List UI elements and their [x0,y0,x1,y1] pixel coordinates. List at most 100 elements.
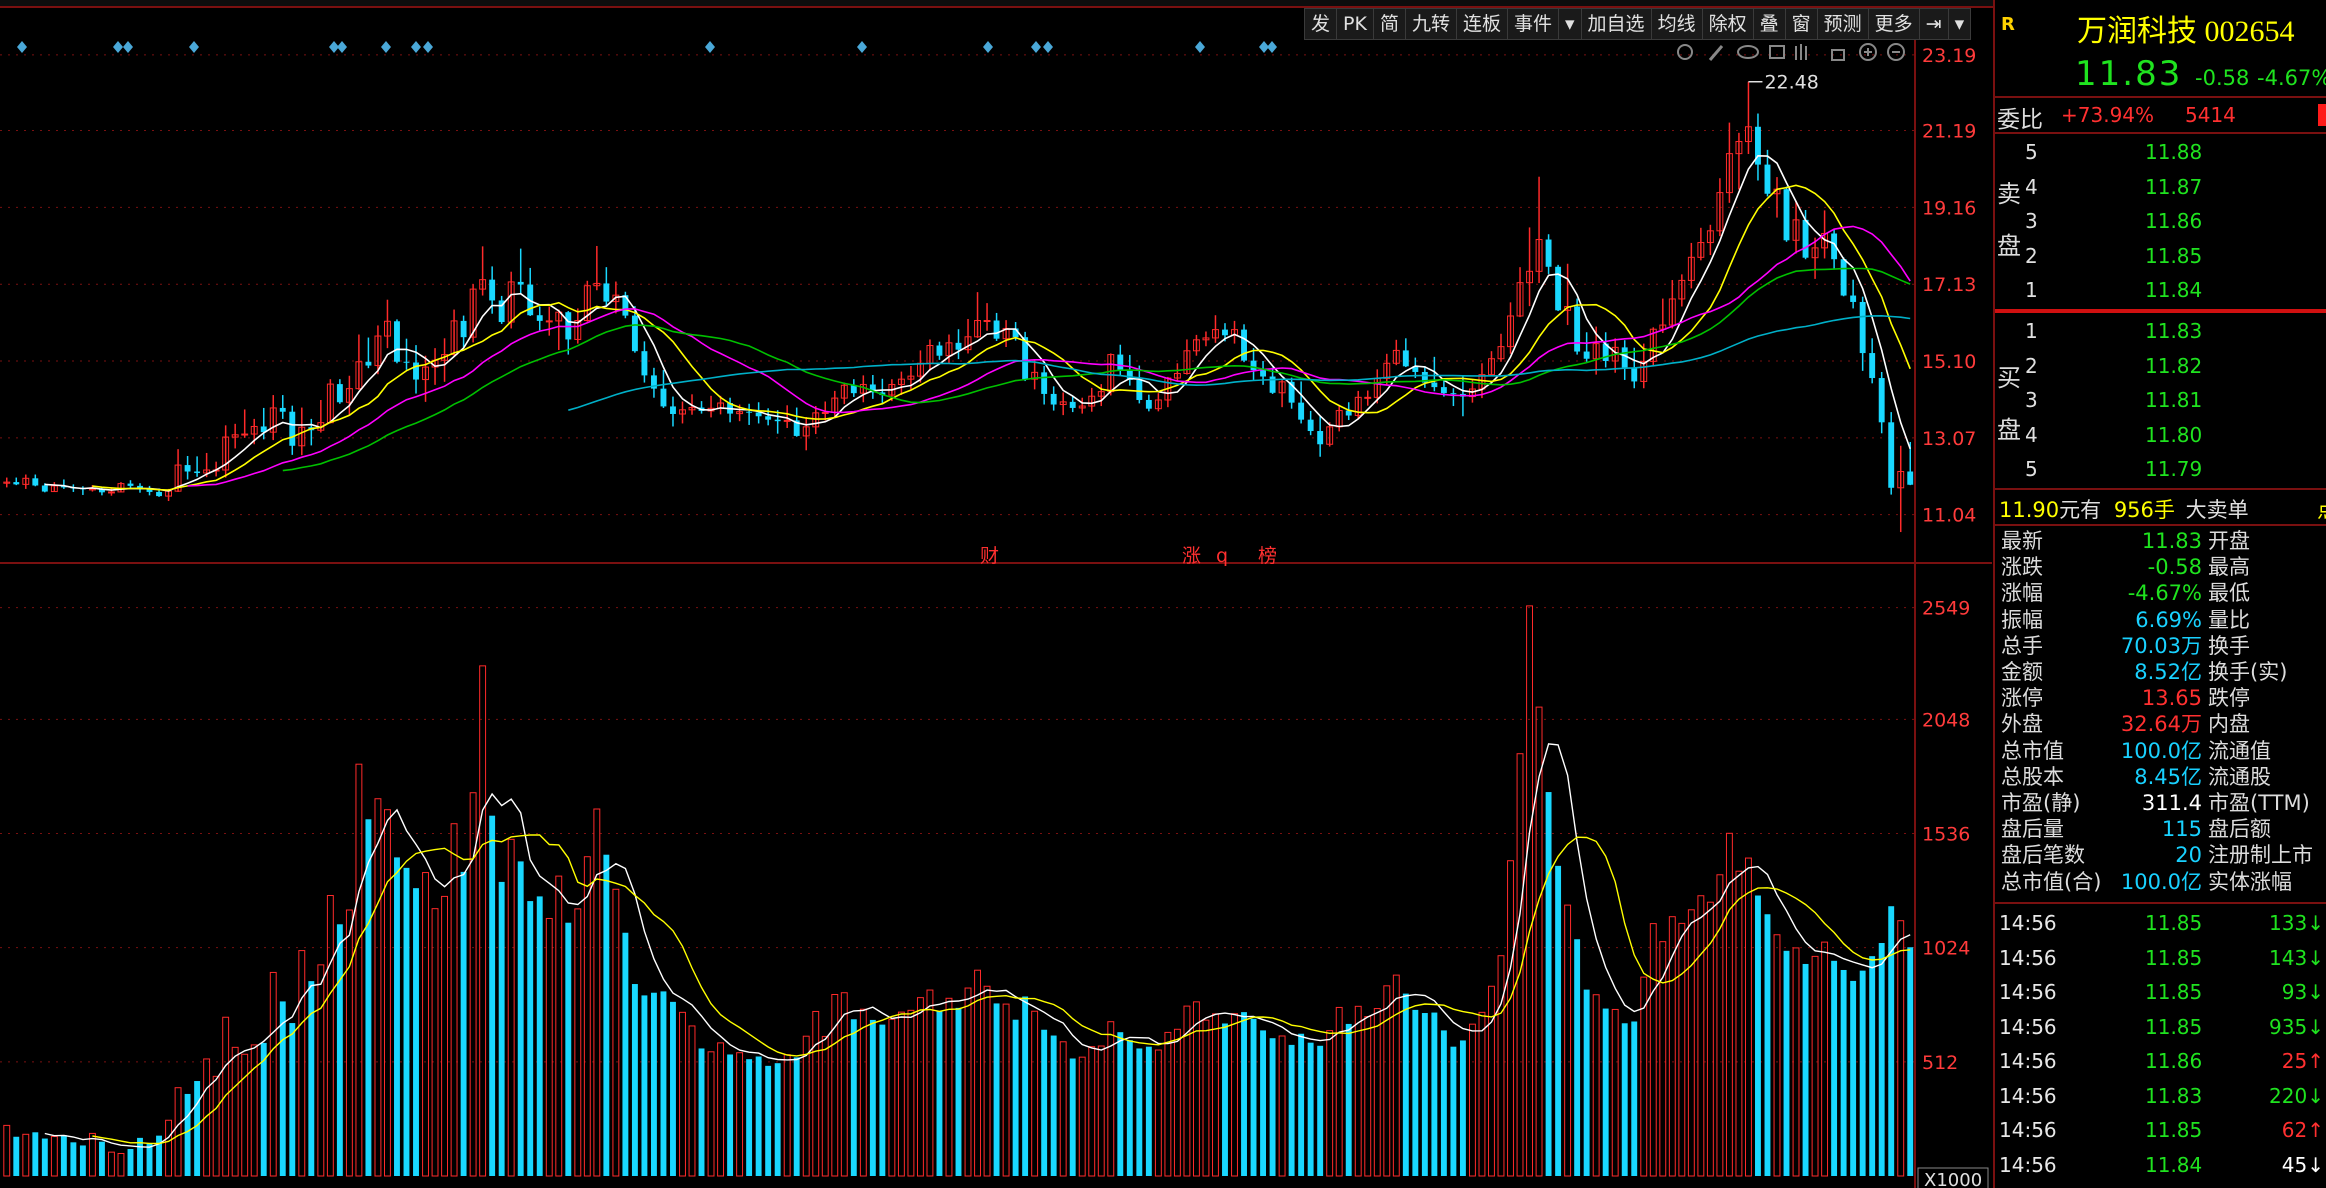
candle-body [1888,422,1895,488]
quote-label-2: 量比 [2208,607,2250,632]
tick-volume: 25↑ [2281,1049,2324,1073]
volume-bar [98,1141,105,1176]
candle-body [1840,259,1847,296]
stock-title[interactable]: 万润科技 002654 [2077,6,2295,50]
volume-tick-label: 2549 [1922,598,1970,620]
toolbar-button-2[interactable]: 简 [1372,8,1406,40]
tick-row: 14:56 11.83 220↓ [1995,1079,2326,1113]
quote-row: 盘后笔数 20 注册制上市 [1995,842,2326,869]
quote-label-2: 流通值 [2208,738,2271,763]
candle-body [755,412,762,417]
volume-bar [13,1136,20,1176]
toolbar-button-13[interactable]: 更多 [1867,8,1920,40]
kline-chart[interactable]: 23.19 21.19 19.16 17.13 15.10 13.07 11.04 22.48… [0,8,1992,1188]
volume-bar [1288,1044,1295,1176]
volume-bar [1602,1008,1609,1176]
candle-body [536,315,543,321]
volume-bar [460,871,467,1176]
quote-row: 总市值(合) 100.0亿 实体涨幅 [1995,869,2326,896]
candle-body [1041,372,1048,394]
level-number: 2 [2025,353,2038,378]
quote-label: 外盘 [2001,712,2043,737]
candle-body [460,320,467,338]
quote-row: 涨跌 -0.58 最高 [1995,554,2326,581]
sell-level-row[interactable]: 5 11.88 [1995,135,2326,169]
tick-price: 11.85 [2145,945,2203,970]
volume-bar [1574,939,1581,1176]
buy-level-row[interactable]: 1 11.83 [1995,314,2326,348]
quote-row: 盘后量 115 盘后额 [1995,816,2326,843]
toolbar-button-11[interactable]: 窗 [1784,8,1818,40]
price-tick-label: 11.04 [1922,505,1976,527]
volume-bar [279,1001,286,1176]
volume-bar [765,1065,772,1176]
toolbar-button-12[interactable]: 预测 [1816,8,1869,40]
toolbar-button-0[interactable]: 发 [1304,8,1338,40]
volume-bar [1041,1029,1048,1176]
sell-level-row[interactable]: 2 11.85 [1995,239,2326,273]
price-change: -0.58 [2195,66,2250,90]
volume-bar [631,984,638,1176]
sell-level-row[interactable]: 3 11.86 [1995,204,2326,238]
buy-level-row[interactable]: 2 11.82 [1995,349,2326,383]
tick-price: 11.83 [2145,1083,2203,1108]
candle-body [1878,378,1885,423]
toolbar-button-14[interactable]: ⇥ [1918,8,1949,40]
volume-bar [1050,1035,1057,1176]
sell-level-row[interactable]: 4 11.87 [1995,170,2326,204]
candle-body [336,384,343,403]
volume-bar [1022,996,1029,1176]
buy-level-row[interactable]: 4 11.80 [1995,418,2326,452]
volume-bar [308,981,315,1176]
toolbar-button-3[interactable]: 九转 [1404,8,1457,40]
toolbar-button-9[interactable]: 除权 [1701,8,1754,40]
buy-level-row[interactable]: 5 11.79 [1995,452,2326,486]
volume-bar [127,1149,134,1176]
volume-bar [879,1024,886,1176]
candle-body [107,491,115,494]
candle-body [41,485,48,492]
toolbar-button-4[interactable]: 连板 [1455,8,1508,40]
toolbar-button-10[interactable]: 叠 [1752,8,1786,40]
toolbar-button-7[interactable]: 加自选 [1580,8,1652,40]
volume-bar [1907,947,1914,1176]
volume-bar [137,1137,143,1176]
volume-bar [565,922,572,1176]
quote-row: 总股本 8.45亿 流通股 [1995,764,2326,791]
buy-level-row[interactable]: 3 11.81 [1995,383,2326,417]
quote-value: 20 [2175,843,2202,868]
toolbar-button-1[interactable]: PK [1336,8,1374,40]
level-number: 5 [2025,457,2038,481]
candle-body [1869,353,1876,379]
candle-body [821,411,829,414]
toolbar-button-8[interactable]: 均线 [1650,8,1703,40]
volume-bar [1012,1019,1019,1176]
tick-row: 14:56 11.85 62↑ [1995,1113,2326,1147]
volume-bar [1298,1033,1305,1176]
tick-row: 14:56 11.85 93↓ [1995,975,2326,1009]
toolbar-button-6[interactable]: ▾ [1558,8,1582,40]
level-number: 2 [2025,243,2038,268]
volume-bar [1345,1023,1352,1176]
toolbar-button-15[interactable]: ▾ [1947,8,1972,40]
sell-level-row[interactable]: 1 11.84 [1995,273,2326,307]
price-tick-label: 13.07 [1922,428,1976,450]
volume-bar [1241,1012,1247,1176]
candle-body [279,407,286,412]
event-marker: q [1216,545,1228,567]
volume-bar [955,1007,962,1176]
quote-label-2: 注册制上市 [2208,843,2313,868]
volume-bar [413,888,419,1176]
volume-bar [1840,969,1847,1176]
candle-body [1440,387,1447,394]
quote-label: 市盈(静) [2001,791,2081,815]
toolbar-button-5[interactable]: 事件 [1506,8,1559,40]
tick-price: 11.86 [2145,1049,2203,1073]
tick-price: 11.85 [2145,980,2203,1004]
quote-label-2: 最低 [2208,581,2250,606]
quote-label: 总手 [2001,633,2043,658]
candle-body [1431,382,1438,388]
quote-row: 金额 8.52亿 换手(实) [1995,659,2326,686]
candle-body [489,279,496,301]
quote-label: 涨跌 [2001,555,2043,580]
